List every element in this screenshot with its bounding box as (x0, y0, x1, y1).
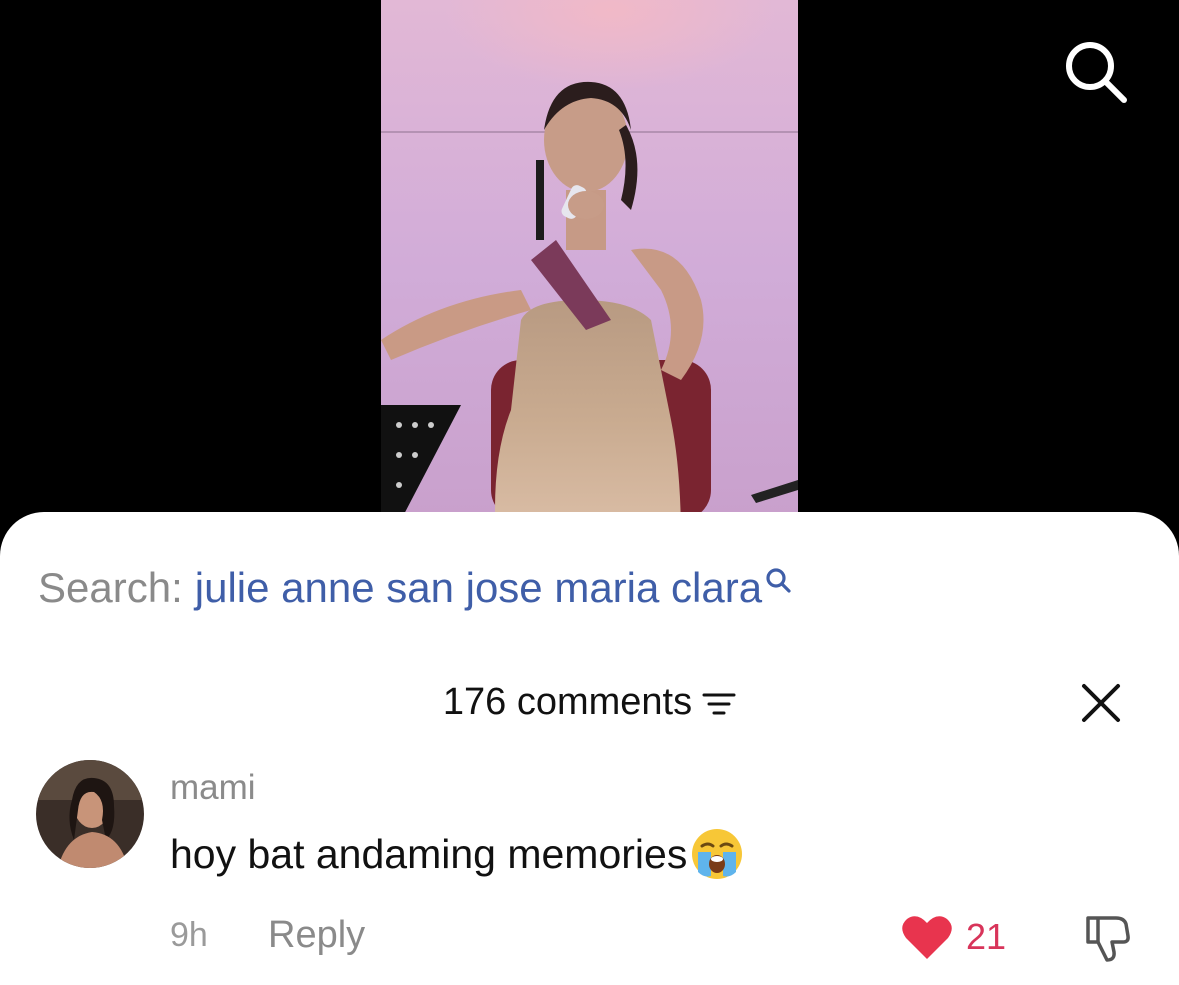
search-icon (766, 568, 791, 593)
video-player[interactable] (381, 0, 798, 540)
search-suggestion-prefix: Search: (38, 564, 183, 611)
comments-header: 176 comments (0, 677, 1179, 727)
search-suggestion[interactable]: Search: julie anne san jose maria clara (38, 562, 792, 614)
comment-timestamp: 9h (170, 916, 208, 954)
thumbs-down-icon (1086, 916, 1130, 962)
search-suggestion-query[interactable]: julie anne san jose maria clara (195, 562, 762, 614)
heart-icon (902, 916, 952, 959)
screen: Search: julie anne san jose maria clara … (0, 0, 1179, 985)
comments-count: 176 comments (442, 680, 693, 723)
search-button[interactable] (1060, 36, 1130, 106)
like-button[interactable]: 21 (900, 912, 1006, 962)
dislike-button[interactable] (1080, 910, 1134, 964)
close-button[interactable] (1078, 680, 1124, 726)
comment-text: hoy bat andaming memories (170, 830, 688, 877)
close-icon (1082, 684, 1120, 722)
video-thumbnail (381, 0, 798, 540)
like-count: 21 (966, 916, 1007, 957)
avatar-image (36, 760, 144, 868)
reply-button[interactable]: Reply (268, 914, 365, 957)
comment-body: hoy bat andaming memories (170, 826, 745, 882)
sort-icon[interactable] (702, 690, 736, 720)
avatar[interactable] (36, 760, 144, 868)
search-icon (1066, 42, 1127, 103)
comment-username[interactable]: mami (170, 768, 256, 808)
loudly-crying-face-emoji (692, 829, 743, 879)
